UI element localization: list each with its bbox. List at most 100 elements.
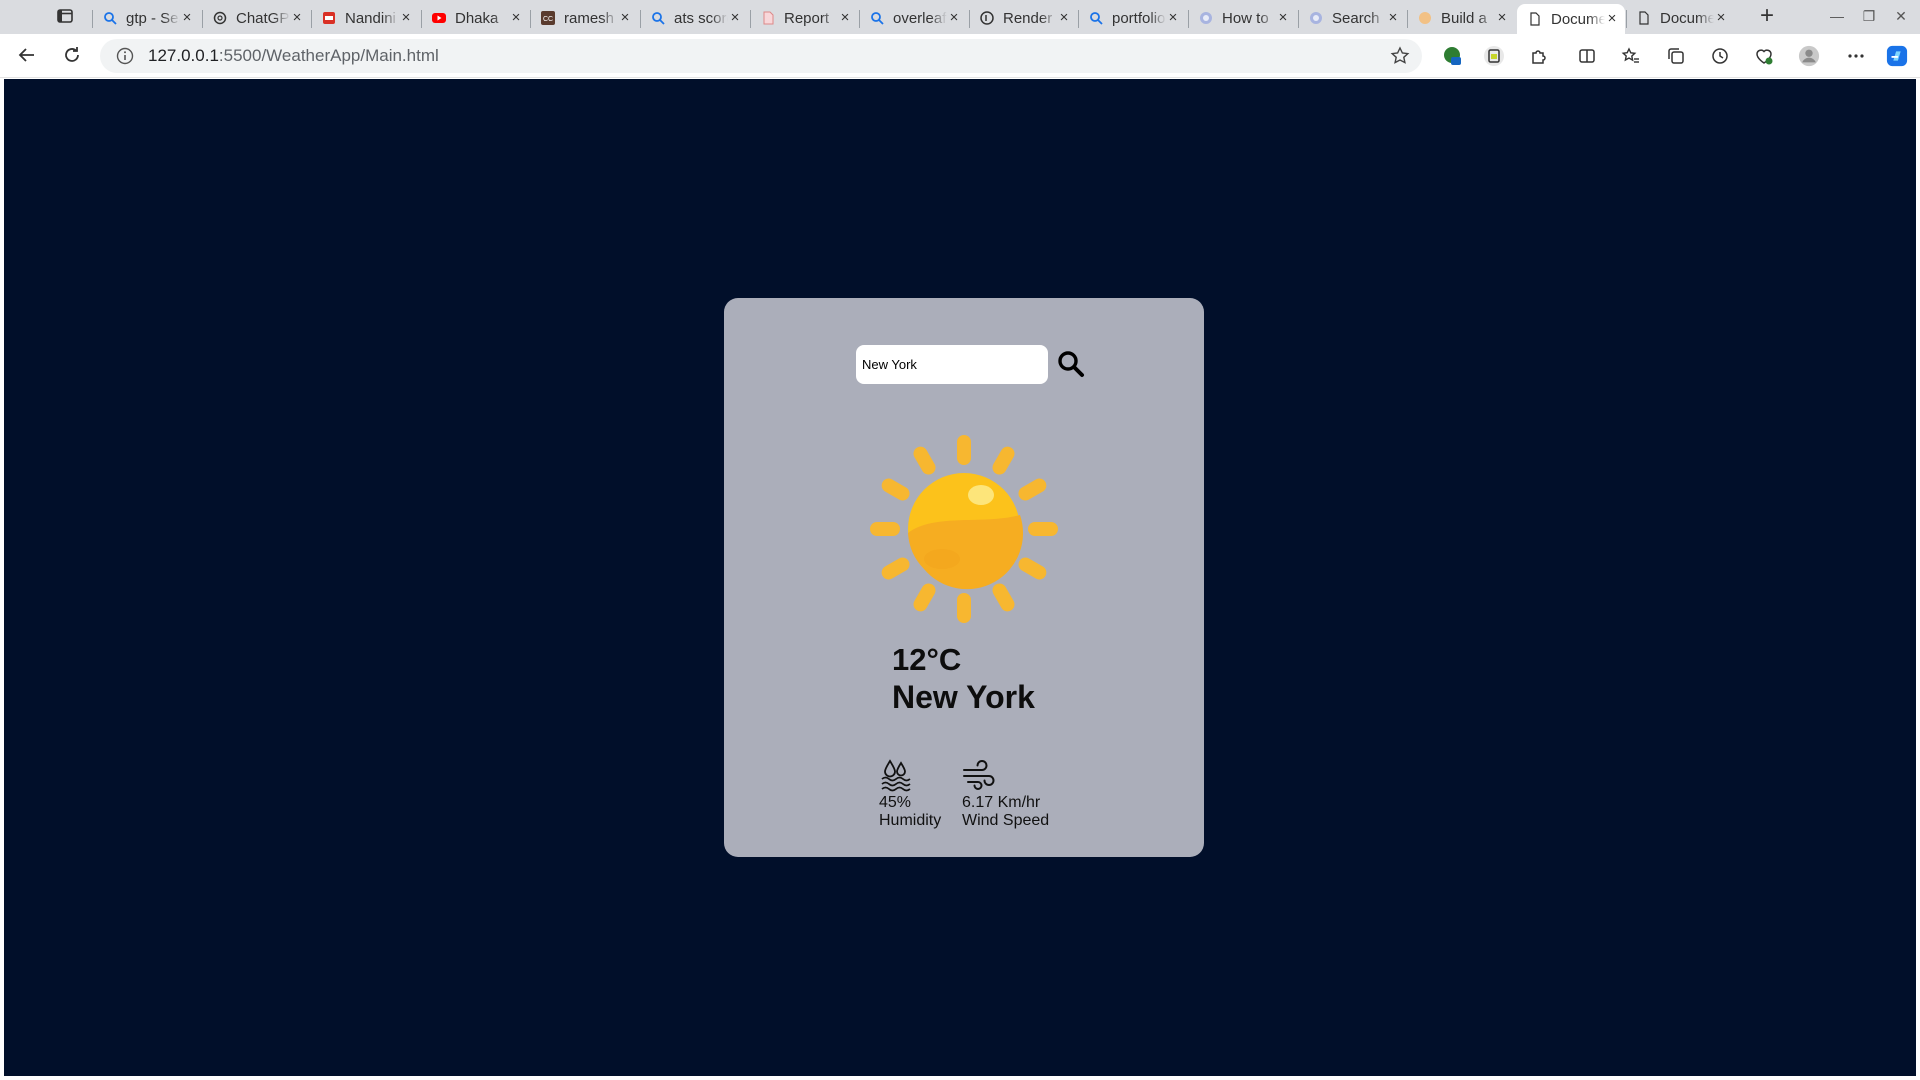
temperature: 12°C (892, 642, 962, 677)
address-bar[interactable]: 127.0.0.1:5500/WeatherApp/Main.html (100, 39, 1422, 73)
sun-ray (957, 593, 971, 623)
browser-tab[interactable]: Render × (969, 4, 1077, 32)
wind-speed-value: 6.17 Km/hr (962, 794, 1041, 811)
minimize-button[interactable]: — (1828, 8, 1846, 24)
browser-tab[interactable]: Document× (1517, 4, 1625, 34)
collections-icon[interactable] (1665, 45, 1687, 67)
sun-ray (957, 435, 971, 465)
sun-ray (913, 583, 936, 612)
search-icon (1088, 10, 1104, 26)
url-path: :5500/WeatherApp/Main.html (218, 46, 439, 65)
history-icon[interactable] (1709, 45, 1731, 67)
close-tab-icon[interactable]: × (1166, 10, 1180, 25)
site-info-icon[interactable] (116, 47, 134, 65)
tab-title: ats score (674, 9, 728, 27)
extensions-puzzle-icon[interactable] (1528, 45, 1550, 67)
profile-avatar-icon[interactable] (1798, 45, 1820, 67)
tab-title: Nandini (345, 9, 396, 27)
tab-separator (859, 10, 860, 28)
close-tab-icon[interactable]: × (728, 10, 742, 25)
url-text: 127.0.0.1:5500/WeatherApp/Main.html (148, 46, 439, 66)
favorites-icon[interactable] (1620, 45, 1642, 67)
tab-separator (1626, 10, 1627, 28)
browser-essentials-icon[interactable] (1753, 45, 1775, 67)
search-icon (650, 10, 666, 26)
split-screen-icon[interactable] (1576, 45, 1598, 67)
page-icon (1636, 10, 1652, 26)
browser-tab[interactable]: gtp - Search× (92, 4, 200, 32)
back-arrow-icon (18, 48, 34, 62)
close-tab-icon[interactable]: × (1714, 10, 1728, 25)
browser-tab[interactable]: Document× (1626, 4, 1734, 32)
search-icon (869, 10, 885, 26)
sun-ray (992, 446, 1015, 475)
tab-title: ramesh (564, 9, 615, 27)
extension-icon[interactable] (1441, 45, 1463, 67)
tab-separator (1407, 10, 1408, 28)
search-icon (102, 10, 118, 26)
copilot-icon[interactable] (1886, 45, 1908, 67)
tab-separator (202, 10, 203, 28)
web-icon (1417, 10, 1433, 26)
browser-tab[interactable]: Search × (1298, 4, 1406, 32)
humidity-label: Humidity (879, 812, 942, 829)
close-tab-icon[interactable]: × (180, 10, 194, 25)
tab-separator (1078, 10, 1079, 28)
wind-icon (963, 760, 995, 790)
browser-tab[interactable]: Dhaka × (421, 4, 529, 32)
close-tab-icon[interactable]: × (399, 10, 413, 25)
new-tab-button[interactable]: + (1756, 4, 1778, 28)
tab-title: Render (1003, 9, 1053, 27)
browser-tab[interactable]: How to × (1188, 4, 1296, 32)
close-tab-icon[interactable]: × (1605, 11, 1619, 26)
restore-button[interactable]: ❐ (1860, 8, 1878, 24)
page-viewport: 12°C New York 45% Humidity 6.17 Km/hr Wi… (4, 79, 1916, 1076)
render-icon (979, 10, 995, 26)
close-tab-icon[interactable]: × (618, 10, 632, 25)
browser-tab[interactable]: CC ramesh × (530, 4, 638, 32)
tab-actions-icon[interactable] (56, 8, 74, 24)
close-tab-icon[interactable]: × (838, 10, 852, 25)
sun-ray (881, 557, 910, 580)
sun-icon (870, 435, 1058, 623)
sun-ray (992, 583, 1015, 612)
browser-tab[interactable]: overleaf × (859, 4, 967, 32)
close-tab-icon[interactable]: × (290, 10, 304, 25)
sun-ray (870, 522, 900, 536)
tab-separator (640, 10, 641, 28)
reload-icon (65, 47, 79, 62)
close-window-button[interactable]: ✕ (1892, 8, 1910, 24)
more-menu-icon[interactable] (1845, 45, 1867, 67)
pdf-icon (321, 10, 337, 26)
close-tab-icon[interactable]: × (509, 10, 523, 25)
city-search-input[interactable] (856, 345, 1048, 384)
tab-separator (530, 10, 531, 28)
browser-tab[interactable]: ChatGPT× (202, 4, 310, 32)
tab-separator (92, 10, 93, 28)
close-tab-icon[interactable]: × (1057, 10, 1071, 25)
copilot-icon (1198, 10, 1214, 26)
clipboard-extension-icon[interactable] (1483, 45, 1505, 67)
tab-separator (969, 10, 970, 28)
browser-tab[interactable]: Build a × (1407, 4, 1515, 32)
browser-tab[interactable]: ats score× (640, 4, 748, 32)
tab-title: Report (784, 9, 830, 27)
search-icon (1058, 351, 1084, 377)
copilot-icon (1308, 10, 1324, 26)
sun-ray (1018, 478, 1047, 501)
favorite-star-icon[interactable] (1390, 46, 1410, 66)
svg-text:CC: CC (543, 16, 553, 23)
browser-tab[interactable]: Nandini × (311, 4, 419, 32)
close-tab-icon[interactable]: × (1276, 10, 1290, 25)
cc-icon: CC (540, 10, 556, 26)
close-tab-icon[interactable]: × (1495, 10, 1509, 25)
back-button[interactable] (16, 44, 38, 66)
browser-tab[interactable]: Report × (750, 4, 858, 32)
search-button[interactable] (1056, 350, 1086, 380)
close-tab-icon[interactable]: × (947, 10, 961, 25)
browser-tab[interactable]: portfolio × (1078, 4, 1186, 32)
reload-button[interactable] (61, 44, 83, 66)
chatgpt-icon (212, 10, 228, 26)
close-tab-icon[interactable]: × (1386, 10, 1400, 25)
tab-title: overleaf (893, 9, 947, 27)
